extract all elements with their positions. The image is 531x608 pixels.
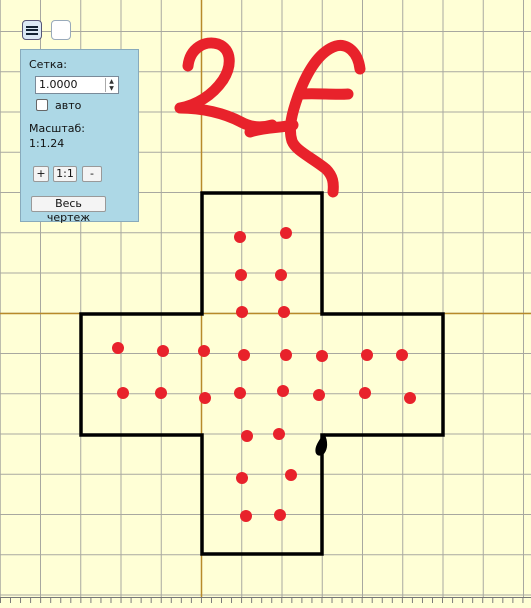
zoom-in-button[interactable]: + bbox=[33, 166, 49, 182]
dot bbox=[157, 345, 169, 357]
scale-label: Масштаб: bbox=[29, 122, 85, 135]
dot bbox=[240, 510, 252, 522]
dot bbox=[234, 387, 246, 399]
dot bbox=[277, 385, 289, 397]
dot bbox=[236, 306, 248, 318]
dot bbox=[199, 392, 211, 404]
dot bbox=[361, 349, 373, 361]
cross-shape[interactable] bbox=[79, 191, 445, 556]
dot bbox=[274, 509, 286, 521]
spinner-arrows-icon[interactable]: ▲ ▼ bbox=[105, 78, 117, 92]
grid-label: Сетка: bbox=[29, 58, 67, 71]
grid-size-input[interactable]: 1.0000 ▲ ▼ bbox=[35, 76, 119, 94]
dot bbox=[404, 392, 416, 404]
dot bbox=[117, 387, 129, 399]
auto-checkbox[interactable] bbox=[36, 99, 48, 111]
dot bbox=[238, 349, 250, 361]
handwritten-annotation bbox=[174, 37, 366, 198]
dot bbox=[316, 350, 328, 362]
dot bbox=[280, 349, 292, 361]
dot bbox=[285, 469, 297, 481]
hamburger-menu-icon bbox=[26, 25, 38, 35]
dot bbox=[198, 345, 210, 357]
bottom-ruler bbox=[0, 597, 531, 608]
dot bbox=[313, 389, 325, 401]
dot bbox=[236, 472, 248, 484]
dot bbox=[278, 306, 290, 318]
fit-all-button[interactable]: Весь чертеж bbox=[31, 196, 106, 224]
zoom-out-button[interactable]: - bbox=[82, 166, 102, 182]
blank-tool-button[interactable] bbox=[51, 20, 71, 40]
dot bbox=[234, 231, 246, 243]
dot bbox=[155, 387, 167, 399]
auto-label: авто bbox=[55, 99, 82, 112]
zoom-reset-button[interactable]: 1:1 bbox=[53, 166, 77, 182]
menu-button[interactable] bbox=[22, 20, 42, 40]
dot bbox=[280, 227, 292, 239]
dot bbox=[359, 387, 371, 399]
dot bbox=[235, 269, 247, 281]
grid-size-value: 1.0000 bbox=[39, 78, 78, 91]
cursor-drop-icon bbox=[315, 433, 328, 456]
dot bbox=[275, 269, 287, 281]
scale-value: 1:1.24 bbox=[29, 137, 65, 150]
dot bbox=[273, 428, 285, 440]
dot bbox=[396, 349, 408, 361]
dot bbox=[112, 342, 124, 354]
dot bbox=[241, 430, 253, 442]
settings-panel: Сетка: 1.0000 ▲ ▼ авто Масштаб: 1:1.24 + … bbox=[20, 49, 139, 224]
dots-group bbox=[112, 227, 416, 522]
